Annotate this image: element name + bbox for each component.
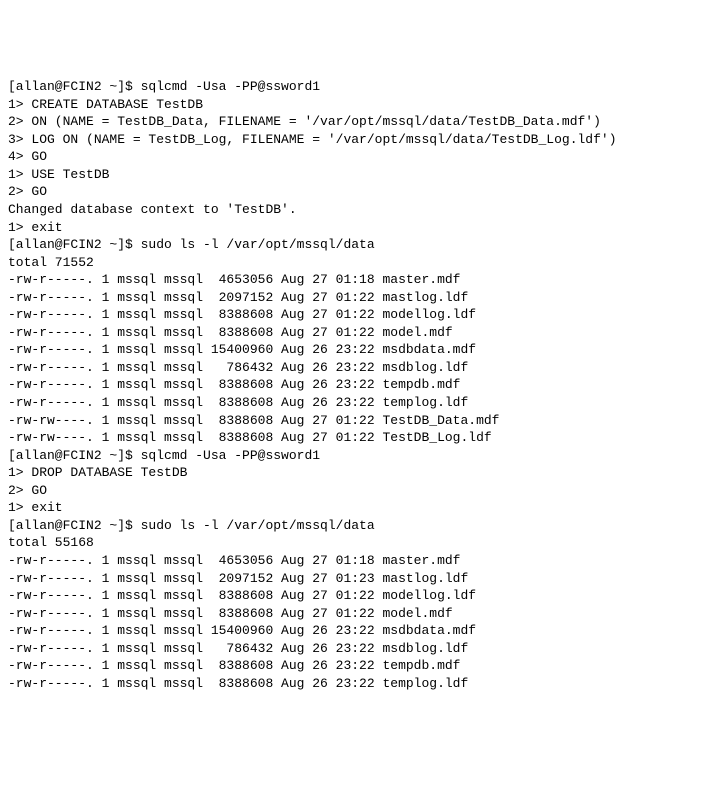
terminal-line: 2> GO: [8, 482, 696, 500]
terminal-line: 1> exit: [8, 219, 696, 237]
terminal-line: -rw-r-----. 1 mssql mssql 15400960 Aug 2…: [8, 341, 696, 359]
terminal-line: -rw-r-----. 1 mssql mssql 8388608 Aug 27…: [8, 605, 696, 623]
terminal-line: -rw-r-----. 1 mssql mssql 2097152 Aug 27…: [8, 570, 696, 588]
terminal-line: -rw-r-----. 1 mssql mssql 8388608 Aug 27…: [8, 324, 696, 342]
terminal-line: 1> CREATE DATABASE TestDB: [8, 96, 696, 114]
terminal-line: 1> DROP DATABASE TestDB: [8, 464, 696, 482]
terminal-line: 2> GO: [8, 183, 696, 201]
terminal-line: [allan@FCIN2 ~]$ sudo ls -l /var/opt/mss…: [8, 517, 696, 535]
terminal-line: -rw-r-----. 1 mssql mssql 8388608 Aug 26…: [8, 394, 696, 412]
terminal-line: -rw-r-----. 1 mssql mssql 8388608 Aug 26…: [8, 675, 696, 693]
terminal-line: -rw-rw----. 1 mssql mssql 8388608 Aug 27…: [8, 429, 696, 447]
terminal-line: total 55168: [8, 534, 696, 552]
terminal-line: [allan@FCIN2 ~]$ sudo ls -l /var/opt/mss…: [8, 236, 696, 254]
terminal-line: -rw-rw----. 1 mssql mssql 8388608 Aug 27…: [8, 412, 696, 430]
terminal-line: Changed database context to 'TestDB'.: [8, 201, 696, 219]
terminal-line: 2> ON (NAME = TestDB_Data, FILENAME = '/…: [8, 113, 696, 131]
terminal-line: -rw-r-----. 1 mssql mssql 4653056 Aug 27…: [8, 271, 696, 289]
terminal-line: -rw-r-----. 1 mssql mssql 786432 Aug 26 …: [8, 359, 696, 377]
terminal-line: -rw-r-----. 1 mssql mssql 8388608 Aug 26…: [8, 657, 696, 675]
terminal-line: -rw-r-----. 1 mssql mssql 4653056 Aug 27…: [8, 552, 696, 570]
terminal-line: -rw-r-----. 1 mssql mssql 8388608 Aug 27…: [8, 587, 696, 605]
terminal-line: -rw-r-----. 1 mssql mssql 15400960 Aug 2…: [8, 622, 696, 640]
terminal-line: -rw-r-----. 1 mssql mssql 8388608 Aug 27…: [8, 306, 696, 324]
terminal-line: -rw-r-----. 1 mssql mssql 786432 Aug 26 …: [8, 640, 696, 658]
terminal-line: 1> exit: [8, 499, 696, 517]
terminal-line: total 71552: [8, 254, 696, 272]
terminal-line: -rw-r-----. 1 mssql mssql 2097152 Aug 27…: [8, 289, 696, 307]
terminal-output: [allan@FCIN2 ~]$ sqlcmd -Usa -PP@ssword1…: [8, 78, 696, 692]
terminal-line: -rw-r-----. 1 mssql mssql 8388608 Aug 26…: [8, 376, 696, 394]
terminal-line: 1> USE TestDB: [8, 166, 696, 184]
terminal-line: 3> LOG ON (NAME = TestDB_Log, FILENAME =…: [8, 131, 696, 149]
terminal-line: 4> GO: [8, 148, 696, 166]
terminal-line: [allan@FCIN2 ~]$ sqlcmd -Usa -PP@ssword1: [8, 78, 696, 96]
terminal-line: [allan@FCIN2 ~]$ sqlcmd -Usa -PP@ssword1: [8, 447, 696, 465]
